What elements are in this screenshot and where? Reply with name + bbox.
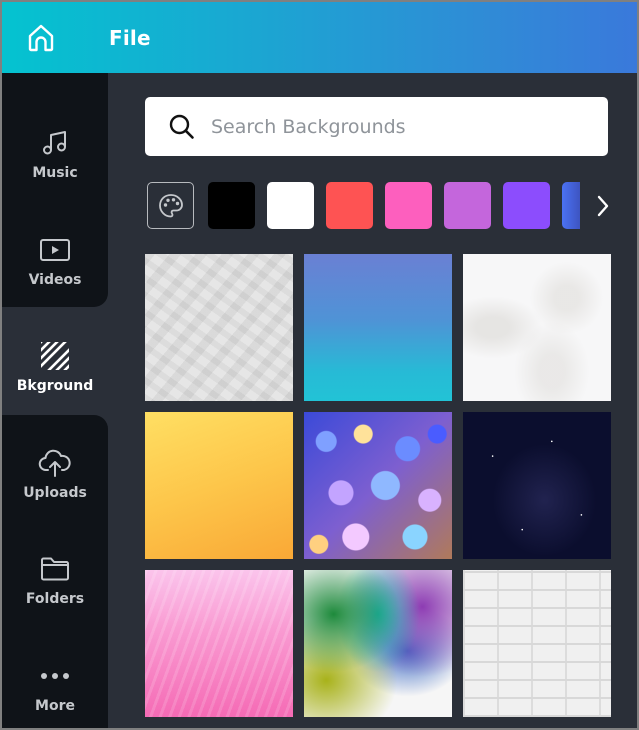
background-stripes-icon [40, 340, 70, 372]
color-swatch[interactable] [444, 182, 491, 229]
search-icon [167, 112, 197, 142]
sidebar-item-label: Folders [25, 591, 85, 607]
sidebar-item-background[interactable]: Bkground [2, 322, 108, 412]
sidebar-item-label: Uploads [23, 485, 87, 501]
sidebar-item-label: Music [32, 165, 78, 181]
color-swatch[interactable] [326, 182, 373, 229]
background-thumbnail-blue-teal-gradient[interactable] [304, 254, 452, 401]
color-swatch-row [147, 182, 580, 230]
background-thumbnail-white-marble[interactable] [463, 254, 611, 401]
sidebar-item-folders[interactable]: Folders [2, 535, 108, 625]
folder-icon [39, 553, 71, 585]
more-dots-icon [39, 660, 71, 692]
music-note-icon [40, 127, 70, 159]
sidebar-item-label: Videos [28, 272, 82, 288]
sidebar-item-music[interactable]: Music [2, 109, 108, 199]
home-button[interactable] [26, 22, 56, 54]
file-menu[interactable]: File [109, 26, 151, 50]
search-input[interactable] [211, 115, 591, 138]
color-swatch[interactable] [562, 182, 580, 229]
color-swatch[interactable] [267, 182, 314, 229]
sidebar-item-more[interactable]: More [2, 642, 108, 728]
cloud-upload-icon [38, 447, 72, 479]
next-colors-button[interactable] [590, 190, 616, 222]
background-thumbnail-bokeh-lights[interactable] [304, 412, 452, 559]
app-window: File Music Videos Bkground Uploads Folde… [2, 2, 637, 728]
sidebar-item-uploads[interactable]: Uploads [2, 429, 108, 519]
sidebar-item-label: Bkground [16, 378, 94, 394]
background-thumbnail-crumpled-paper[interactable] [145, 254, 293, 401]
color-swatch[interactable] [208, 182, 255, 229]
background-thumbnail-rainbow-smoke[interactable] [304, 570, 452, 717]
color-swatch[interactable] [503, 182, 550, 229]
color-swatch[interactable] [385, 182, 432, 229]
background-thumbnail-white-brick-wall[interactable] [463, 570, 611, 717]
home-icon [28, 24, 54, 52]
video-play-icon [39, 234, 71, 266]
background-thumbnail-pink-fur[interactable] [145, 570, 293, 717]
search-bar [145, 97, 608, 156]
chevron-right-icon [597, 195, 609, 217]
top-bar: File [2, 2, 637, 73]
background-thumbnail-night-sky-stars[interactable] [463, 412, 611, 559]
sidebar-item-videos[interactable]: Videos [2, 216, 108, 306]
background-thumbnail-yellow-orange-gradient[interactable] [145, 412, 293, 559]
sidebar-item-label: More [35, 698, 75, 714]
